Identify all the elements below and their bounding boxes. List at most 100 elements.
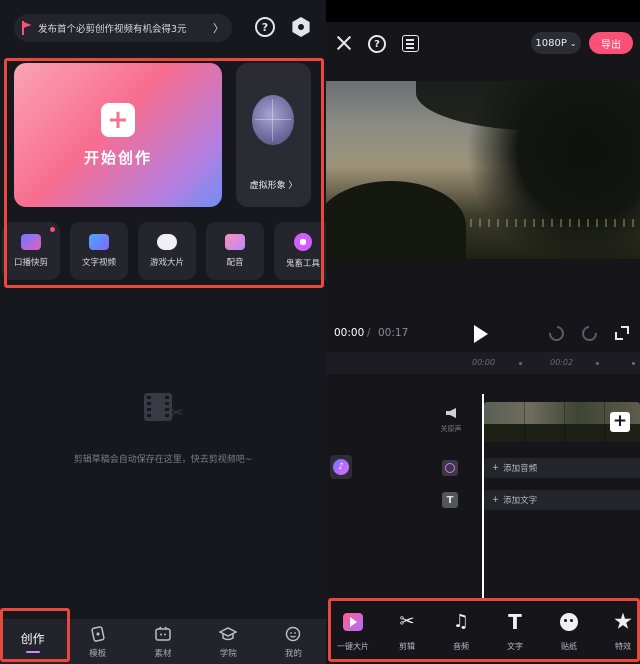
timeline-tracks: 关原声 + ♪ + 添加音频 T + 添加文字 <box>326 374 640 598</box>
editor-top-bar: ? 1080P ⌄ 导出 <box>326 22 640 70</box>
text-icon: T <box>508 609 522 634</box>
empty-drafts-icon: ✂ <box>144 393 184 423</box>
mute-original-audio[interactable]: 关原声 <box>436 408 466 434</box>
voiceover-icon <box>225 234 245 250</box>
scissors-icon: ✂ <box>170 403 184 422</box>
sticker-icon <box>558 611 580 633</box>
material-icon <box>154 625 172 643</box>
tool-remix[interactable]: 鬼畜工具 <box>274 222 326 280</box>
tool-game-clips[interactable]: 游戏大片 <box>138 222 196 280</box>
tool-label: 文字视频 <box>81 258 116 268</box>
audio-track-icon <box>442 460 458 476</box>
close-icon[interactable] <box>336 35 352 51</box>
template-icon <box>89 625 107 643</box>
music-note-icon: ♪ <box>333 459 349 475</box>
preview-tree-right <box>466 81 640 259</box>
redo-icon[interactable] <box>578 322 601 345</box>
plus-icon: + <box>492 463 500 473</box>
time-separator: / <box>367 327 371 339</box>
tool-label: 游戏大片 <box>149 258 184 268</box>
text-video-icon <box>89 234 109 250</box>
tool-text-video[interactable]: 文字视频 <box>70 222 128 280</box>
nav-academy[interactable]: 学院 <box>196 619 261 664</box>
tts-icon <box>21 234 41 250</box>
tool-label: 音频 <box>453 641 469 651</box>
tool-audio[interactable]: ♫ 音频 <box>434 598 488 664</box>
mute-label: 关原声 <box>440 425 462 433</box>
resolution-dropdown[interactable]: 1080P ⌄ <box>531 32 581 54</box>
nav-template[interactable]: 模板 <box>65 619 130 664</box>
play-icon[interactable] <box>474 325 488 343</box>
ruler-tick: 00:02 <box>550 358 574 367</box>
tool-label: 口播快剪 <box>13 258 48 268</box>
nav-label: 创作 <box>20 632 45 646</box>
bottom-nav: 创作 模板 素材 学院 我的 <box>0 619 326 664</box>
tool-effects[interactable]: 特效 <box>596 598 640 664</box>
editor-toolbar: 一键大片 ✂ 剪辑 ♫ 音频 T 文字 贴纸 特效 <box>326 598 640 664</box>
nav-profile[interactable]: 我的 <box>261 619 326 664</box>
tool-voiceover[interactable]: 配音 <box>206 222 264 280</box>
add-text-track[interactable]: + 添加文字 <box>484 490 640 510</box>
tool-label: 特效 <box>615 641 631 651</box>
plus-icon: + <box>492 495 500 505</box>
playhead[interactable] <box>482 394 484 598</box>
help-icon[interactable]: ? <box>255 17 275 37</box>
tool-label: 文字 <box>507 641 523 651</box>
start-creating-label: 开始创作 <box>83 148 152 167</box>
status-bar <box>326 0 640 22</box>
resolution-value: 1080P <box>535 37 567 49</box>
settings-button[interactable] <box>291 17 311 37</box>
nav-label: 模板 <box>89 648 107 659</box>
tool-cut[interactable]: ✂ 剪辑 <box>380 598 434 664</box>
tool-label: 贴纸 <box>561 641 577 651</box>
active-indicator <box>25 651 40 653</box>
nav-label: 学院 <box>219 648 237 659</box>
avatar-head-icon <box>252 95 294 145</box>
new-badge-dot <box>50 227 55 232</box>
hexagon-settings-icon <box>292 17 310 37</box>
tool-one-click[interactable]: 一键大片 <box>326 598 380 664</box>
ruler-tick: 00:00 <box>472 358 496 367</box>
start-creating-button[interactable]: + 开始创作 <box>14 63 222 207</box>
add-audio-label: 添加音频 <box>503 464 538 474</box>
tool-tts-edit[interactable]: 口播快剪 <box>2 222 60 280</box>
export-button[interactable]: 导出 <box>589 32 633 54</box>
notice-text: 发布首个必剪创作视频有机会得3元 <box>38 24 187 35</box>
add-clip-button[interactable]: + <box>610 412 630 432</box>
text-track-icon: T <box>442 492 458 508</box>
speaker-icon <box>446 408 456 418</box>
chevron-down-icon: ⌄ <box>569 38 577 48</box>
timeline-ruler: 00:00 00:02 <box>326 352 640 374</box>
list-icon[interactable] <box>402 35 419 52</box>
fullscreen-icon[interactable] <box>615 326 629 340</box>
nav-material[interactable]: 素材 <box>130 619 195 664</box>
film-icon <box>144 393 172 421</box>
one-click-icon <box>342 611 364 633</box>
virtual-avatar-label: 虚拟形象 〉 <box>249 181 298 191</box>
total-time: 00:17 <box>378 327 409 339</box>
nav-label: 我的 <box>284 648 302 659</box>
gamepad-icon <box>157 234 177 250</box>
add-audio-track[interactable]: + 添加音频 <box>484 458 640 478</box>
nav-create[interactable]: 创作 <box>0 619 65 664</box>
tool-label: 一键大片 <box>337 641 369 651</box>
help-icon[interactable]: ? <box>368 35 386 53</box>
add-text-label: 添加文字 <box>503 496 538 506</box>
ruler-dot <box>632 362 635 365</box>
video-preview[interactable] <box>326 81 640 259</box>
virtual-avatar-card[interactable]: 虚拟形象 〉 <box>236 63 311 207</box>
ruler-dot <box>519 362 522 365</box>
music-track-button[interactable]: ♪ <box>330 455 352 479</box>
tool-label: 配音 <box>226 258 244 268</box>
tool-sticker[interactable]: 贴纸 <box>542 598 596 664</box>
playback-controls: 00:00 / 00:17 <box>326 318 640 350</box>
notice-banner[interactable]: 发布首个必剪创作视频有机会得3元 〉 <box>14 14 232 42</box>
home-screen: 发布首个必剪创作视频有机会得3元 〉 ? + 开始创作 虚拟形象 〉 口播快剪 … <box>0 0 326 664</box>
remix-icon <box>294 233 312 251</box>
undo-icon[interactable] <box>545 322 568 345</box>
tool-label: 剪辑 <box>399 641 415 651</box>
effects-icon <box>612 611 634 633</box>
tool-text[interactable]: T 文字 <box>488 598 542 664</box>
scissors-icon: ✂ <box>399 611 415 632</box>
empty-drafts-text: 剪辑草稿会自动保存在这里，快去剪视频吧~ <box>73 455 253 465</box>
